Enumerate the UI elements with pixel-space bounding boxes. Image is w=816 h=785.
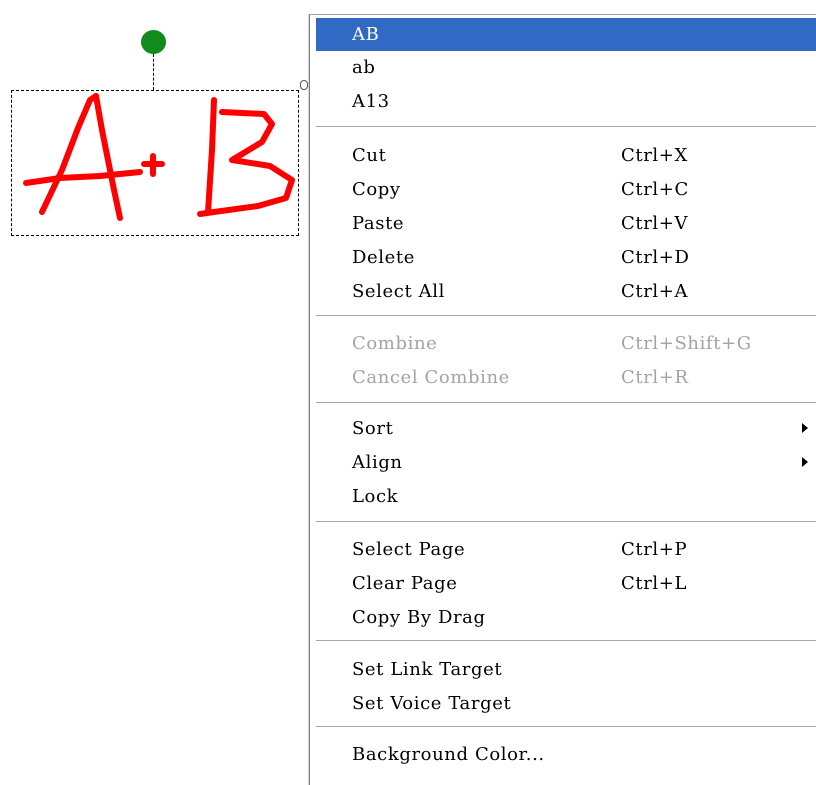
menu-item-label: Align: [352, 452, 403, 473]
menu-item-shortcut: Ctrl+L: [621, 573, 688, 594]
rotate-connector-line: [153, 54, 154, 90]
selection-box[interactable]: [11, 90, 299, 236]
context-menu: AB ab A13 Cut Ctrl+X Copy Ctrl+C Paste Ctrl+V Del…: [309, 14, 816, 785]
menu-item-label: Select All: [352, 281, 445, 302]
menu-item-ab[interactable]: AB: [316, 18, 816, 51]
menu-item-sort[interactable]: Sort: [316, 412, 816, 445]
menu-item-clear-page[interactable]: Clear Page Ctrl+L: [316, 567, 816, 600]
menu-item-label: Sort: [352, 418, 394, 439]
menu-separator: [316, 402, 816, 404]
menu-item-label: A13: [352, 91, 390, 112]
submenu-arrow-icon: [802, 423, 808, 433]
menu-item-a13[interactable]: A13: [316, 85, 816, 118]
menu-item-select-all[interactable]: Select All Ctrl+A: [316, 275, 816, 308]
menu-separator: [316, 640, 816, 642]
menu-item-label: Clear Page: [352, 573, 458, 594]
menu-item-shortcut: Ctrl+R: [621, 367, 689, 388]
resize-handle-top-right[interactable]: [300, 80, 308, 90]
menu-item-label: Delete: [352, 247, 415, 268]
menu-item-align[interactable]: Align: [316, 446, 816, 479]
menu-separator: [316, 521, 816, 523]
menu-item-label: Combine: [352, 333, 438, 354]
menu-item-copy-by-drag[interactable]: Copy By Drag: [316, 601, 816, 634]
menu-item-shortcut: Ctrl+V: [621, 213, 689, 234]
menu-item-shortcut: Ctrl+Shift+G: [621, 333, 752, 354]
submenu-arrow-icon: [802, 457, 808, 467]
menu-item-label: ab: [352, 57, 376, 78]
menu-item-label: Paste: [352, 213, 405, 234]
menu-item-label: Background Color...: [352, 744, 545, 765]
menu-item-copy[interactable]: Copy Ctrl+C: [316, 173, 816, 206]
menu-separator: [316, 315, 816, 317]
menu-item-combine: Combine Ctrl+Shift+G: [316, 327, 816, 360]
menu-item-label: AB: [352, 24, 380, 45]
menu-item-delete[interactable]: Delete Ctrl+D: [316, 241, 816, 274]
menu-item-shortcut: Ctrl+C: [621, 179, 689, 200]
menu-item-shortcut: Ctrl+X: [621, 145, 688, 166]
menu-item-cut[interactable]: Cut Ctrl+X: [316, 139, 816, 172]
menu-item-ab[interactable]: ab: [316, 51, 816, 84]
menu-separator: [316, 126, 816, 128]
menu-item-label: Set Link Target: [352, 659, 503, 680]
menu-item-shortcut: Ctrl+D: [621, 247, 690, 268]
menu-separator: [316, 726, 816, 728]
menu-item-label: Copy: [352, 179, 401, 200]
menu-item-background-color[interactable]: Background Color...: [316, 738, 816, 771]
rotate-handle-icon[interactable]: [141, 30, 166, 54]
menu-item-shortcut: Ctrl+P: [621, 539, 688, 560]
menu-item-label: Select Page: [352, 539, 466, 560]
menu-item-paste[interactable]: Paste Ctrl+V: [316, 207, 816, 240]
menu-item-label: Lock: [352, 486, 399, 507]
menu-item-lock[interactable]: Lock: [316, 480, 816, 513]
menu-item-cancel-combine: Cancel Combine Ctrl+R: [316, 361, 816, 394]
menu-item-set-voice-target[interactable]: Set Voice Target: [316, 687, 816, 720]
menu-item-label: Cut: [352, 145, 387, 166]
menu-item-label: Set Voice Target: [352, 693, 512, 714]
menu-item-label: Cancel Combine: [352, 367, 510, 388]
menu-item-set-link-target[interactable]: Set Link Target: [316, 653, 816, 686]
menu-item-shortcut: Ctrl+A: [621, 281, 689, 302]
menu-item-label: Copy By Drag: [352, 607, 486, 628]
menu-item-select-page[interactable]: Select Page Ctrl+P: [316, 533, 816, 566]
